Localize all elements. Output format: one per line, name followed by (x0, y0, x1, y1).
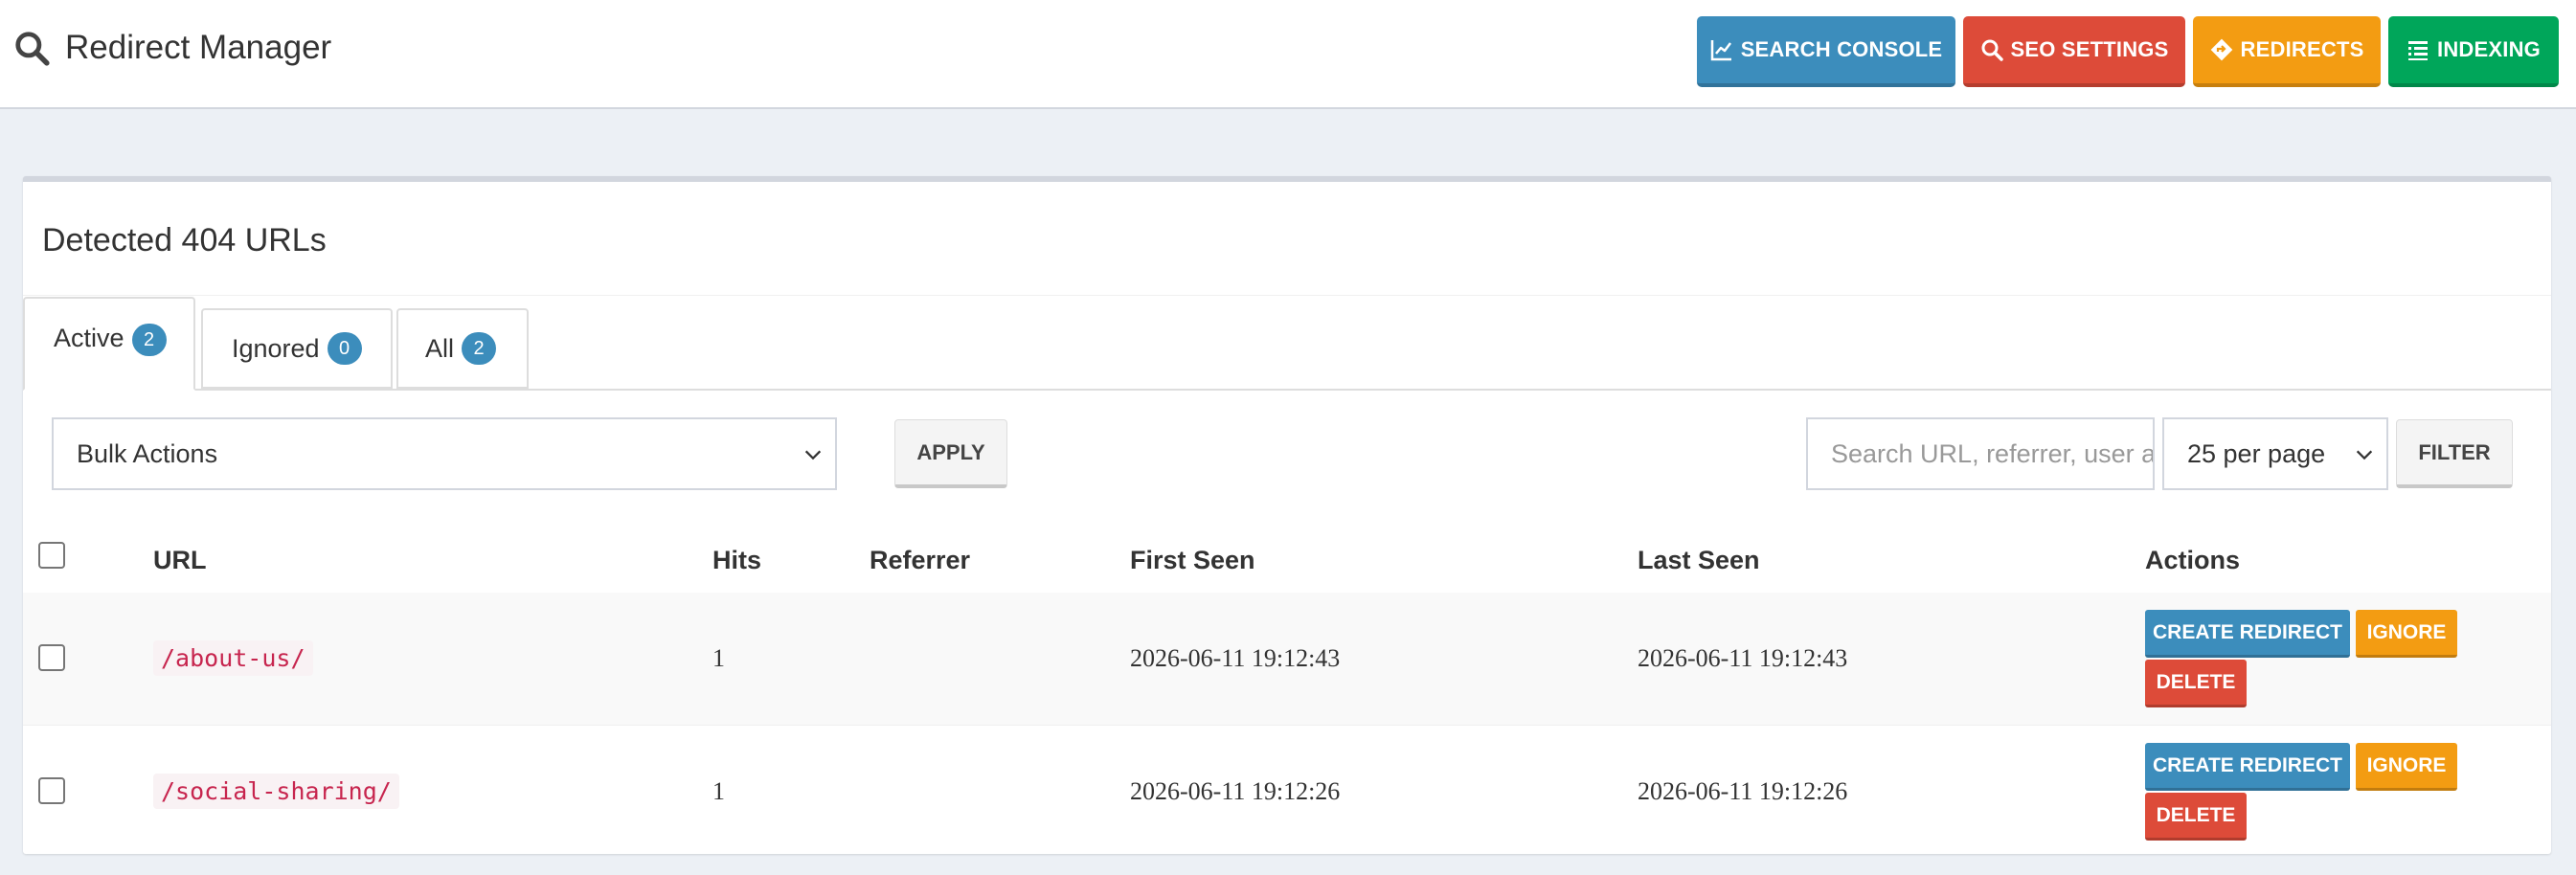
create-redirect-button[interactable]: CREATE REDIRECT (2145, 610, 2350, 658)
row-checkbox[interactable] (38, 777, 65, 804)
table-row: /about-us/ 1 2026-06-11 19:12:43 2026-06… (23, 593, 2551, 725)
column-header-actions: Actions (2145, 546, 2241, 574)
chevron-down-icon (2356, 450, 2373, 460)
tab-all-count-badge: 2 (462, 332, 497, 365)
app-title: Redirect Manager (65, 29, 332, 66)
row-checkbox[interactable] (38, 644, 65, 671)
top-header: Redirect Manager SEARCH CONSOLE SEO SETT… (0, 0, 2576, 109)
column-header-hits[interactable]: Hits (712, 546, 761, 575)
row-hits: 1 (712, 777, 725, 805)
column-header-last-seen[interactable]: Last Seen (1638, 546, 1760, 575)
row-first-seen: 2026-06-11 19:12:43 (1130, 644, 1341, 672)
search-console-label: SEARCH CONSOLE (1740, 37, 1943, 61)
panel-title: Detected 404 URLs (42, 222, 327, 258)
delete-button[interactable]: DELETE (2145, 660, 2247, 707)
redirects-button[interactable]: REDIRECTS (2193, 16, 2381, 87)
seo-settings-label: SEO SETTINGS (2010, 37, 2169, 61)
diamond-arrow-icon (2210, 38, 2232, 61)
create-redirect-button[interactable]: CREATE REDIRECT (2145, 743, 2350, 791)
tab-ignored-count-badge: 0 (327, 332, 362, 365)
list-icon (2408, 41, 2429, 60)
select-all-checkbox[interactable] (38, 542, 65, 569)
column-header-first-seen[interactable]: First Seen (1130, 546, 1255, 575)
column-header-url[interactable]: URL (153, 546, 207, 575)
row-url[interactable]: /about-us/ (153, 640, 313, 676)
delete-button[interactable]: DELETE (2145, 793, 2247, 841)
row-hits: 1 (712, 644, 725, 672)
tab-active-label: Active (54, 324, 124, 352)
filter-button[interactable]: FILTER (2396, 419, 2513, 488)
tab-ignored[interactable]: Ignored 0 (201, 308, 393, 389)
indexing-button[interactable]: INDEXING (2388, 16, 2559, 87)
indexing-label: INDEXING (2437, 37, 2541, 61)
column-header-referrer[interactable]: Referrer (870, 546, 970, 575)
row-url[interactable]: /social-sharing/ (153, 774, 399, 809)
ignore-button[interactable]: IGNORE (2356, 610, 2457, 658)
brand: Redirect Manager (13, 29, 331, 67)
search-icon (1981, 39, 2003, 61)
tab-active-count-badge: 2 (131, 324, 167, 356)
search-icon (15, 32, 50, 66)
ignore-button[interactable]: IGNORE (2356, 743, 2457, 791)
row-last-seen: 2026-06-11 19:12:26 (1638, 777, 1848, 805)
bulk-actions-value: Bulk Actions (77, 438, 218, 468)
tab-all[interactable]: All 2 (396, 308, 529, 389)
apply-button[interactable]: APPLY (894, 419, 1007, 488)
per-page-select[interactable]: 25 per page (2162, 417, 2388, 490)
redirects-label: REDIRECTS (2240, 37, 2364, 61)
search-input[interactable]: Search URL, referrer, user a (1806, 417, 2155, 490)
bulk-actions-select[interactable]: Bulk Actions (52, 417, 837, 490)
row-first-seen: 2026-06-11 19:12:26 (1130, 777, 1341, 805)
search-console-button[interactable]: SEARCH CONSOLE (1697, 16, 1955, 87)
row-last-seen: 2026-06-11 19:12:43 (1638, 644, 1848, 672)
detected-404-panel: Detected 404 URLs Active 2 Ignored 0 All… (23, 176, 2551, 854)
tab-all-label: All (425, 333, 455, 363)
seo-settings-button[interactable]: SEO SETTINGS (1963, 16, 2185, 87)
tabs-divider (23, 389, 2551, 391)
table-row: /social-sharing/ 1 2026-06-11 19:12:26 2… (23, 726, 2551, 858)
divider (23, 295, 2551, 296)
tab-active[interactable]: Active 2 (23, 297, 195, 391)
tab-ignored-label: Ignored (232, 333, 320, 363)
per-page-value: 25 per page (2187, 438, 2326, 468)
chevron-down-icon (804, 450, 822, 460)
chart-line-icon (1710, 40, 1731, 61)
